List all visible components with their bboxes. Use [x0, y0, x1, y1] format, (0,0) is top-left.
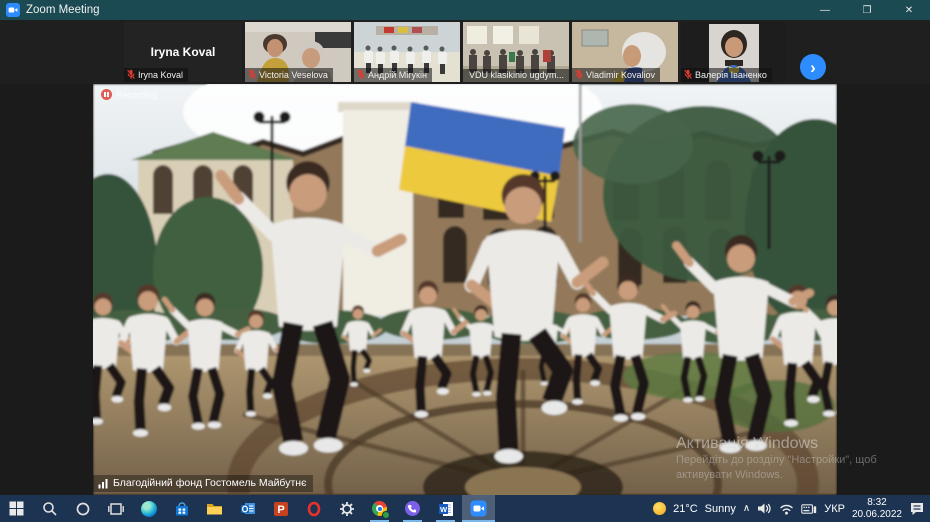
speaker-icon[interactable] [757, 502, 772, 515]
system-tray: 21°C Sunny ∧ УКР 8:32 20.06.2022 [653, 497, 930, 521]
taskbar-app-settings[interactable] [330, 495, 363, 522]
main-video[interactable]: Recording Благодійний фонд Гостомель Май… [93, 84, 837, 495]
clock[interactable]: 8:32 20.06.2022 [852, 497, 902, 521]
participant-name-badge: Андрій Мігукін [354, 68, 432, 82]
participant-name-badge: Iryna Koval [124, 68, 188, 82]
zoom-icon [470, 500, 487, 517]
start-button[interactable] [0, 495, 33, 522]
weather-condition[interactable]: Sunny [705, 503, 736, 515]
participant-tile-victoria-veselova[interactable]: Victoria Veselova [245, 22, 351, 82]
minimize-button[interactable]: — [804, 0, 846, 20]
participant-name-badge: Vladimir Kovaliov [572, 68, 660, 82]
muted-mic-icon [248, 69, 256, 80]
recording-dot-icon [101, 89, 112, 100]
main-stage: Recording Благодійний фонд Гостомель Май… [0, 84, 930, 495]
svg-text:W: W [439, 505, 447, 514]
taskbar-app-viber[interactable] [396, 495, 429, 522]
edge-icon [141, 501, 157, 517]
powerpoint-icon: P [273, 501, 289, 517]
active-speaker-label: Благодійний фонд Гостомель Майбутнє [93, 475, 313, 492]
outlook-icon [240, 501, 256, 516]
chrome-badge-icon [382, 511, 390, 519]
taskbar-app-opera[interactable] [297, 495, 330, 522]
touch-keyboard-icon[interactable] [801, 503, 817, 515]
task-view-icon [108, 501, 124, 517]
cortana-button[interactable] [66, 495, 99, 522]
participant-name-badge: VDU klasikinio ugdym... [463, 69, 569, 82]
taskbar-app-store[interactable] [165, 495, 198, 522]
taskbar-app-zoom[interactable] [462, 495, 495, 522]
audio-level-icon [98, 478, 109, 489]
search-icon [42, 501, 58, 517]
window-title: Zoom Meeting [26, 4, 100, 16]
taskbar-app-word[interactable]: W [429, 495, 462, 522]
language-indicator[interactable]: УКР [824, 503, 845, 515]
muted-mic-icon [357, 69, 365, 80]
zoom-meeting-window: Zoom Meeting — ❐ ✕ Iryna Koval Iryna Kov… [0, 0, 930, 522]
participant-filmstrip: Iryna Koval Iryna Koval Victoria V [0, 20, 930, 84]
window-titlebar: Zoom Meeting — ❐ ✕ [0, 0, 930, 20]
muted-mic-icon [127, 69, 135, 80]
word-icon: W [438, 501, 454, 517]
muted-mic-icon [575, 69, 583, 80]
windows-logo-icon [9, 501, 24, 516]
hidden-icons-chevron[interactable]: ∧ [743, 503, 750, 514]
taskbar-app-chrome[interactable] [363, 495, 396, 522]
chrome-icon [372, 501, 387, 516]
cortana-icon [75, 501, 91, 517]
zoom-app-icon [6, 3, 20, 17]
opera-icon [306, 501, 322, 517]
video-scene [93, 84, 837, 495]
participant-tile-andrii-mihukin[interactable]: Андрій Мігукін [354, 22, 460, 82]
participant-name-badge: Валерія Іваненко [681, 68, 772, 82]
network-wifi-icon[interactable] [779, 503, 794, 515]
participant-tile-vdu-klasikinio[interactable]: VDU klasikinio ugdym... [463, 22, 569, 82]
windows-taskbar: P W [0, 495, 930, 522]
task-view-button[interactable] [99, 495, 132, 522]
next-participants-button[interactable]: › [800, 54, 826, 80]
maximize-button[interactable]: ❐ [846, 0, 888, 20]
tray-time: 8:32 [867, 497, 886, 508]
muted-mic-icon [684, 69, 692, 80]
viber-icon [405, 501, 420, 516]
taskbar-app-powerpoint[interactable]: P [264, 495, 297, 522]
weather-temperature[interactable]: 21°C [673, 503, 698, 515]
search-button[interactable] [33, 495, 66, 522]
participant-tile-valeriia-ivanenko[interactable]: Валерія Іваненко [681, 22, 787, 82]
taskbar-app-edge[interactable] [132, 495, 165, 522]
recording-indicator: Recording [101, 89, 157, 100]
weather-sun-icon[interactable] [653, 502, 666, 515]
close-button[interactable]: ✕ [888, 0, 930, 20]
settings-gear-icon [339, 501, 355, 517]
svg-text:P: P [277, 504, 284, 516]
tray-date: 20.06.2022 [852, 509, 902, 520]
microsoft-store-icon [174, 501, 190, 517]
participant-name-badge: Victoria Veselova [245, 68, 333, 82]
action-center-icon[interactable] [909, 501, 925, 516]
participant-tile-vladimir-kovaliov[interactable]: Vladimir Kovaliov [572, 22, 678, 82]
participant-tile-iryna-koval[interactable]: Iryna Koval Iryna Koval [124, 22, 242, 82]
file-explorer-icon [206, 501, 223, 516]
taskbar-app-file-explorer[interactable] [198, 495, 231, 522]
taskbar-app-outlook[interactable] [231, 495, 264, 522]
window-controls: — ❐ ✕ [804, 0, 930, 20]
